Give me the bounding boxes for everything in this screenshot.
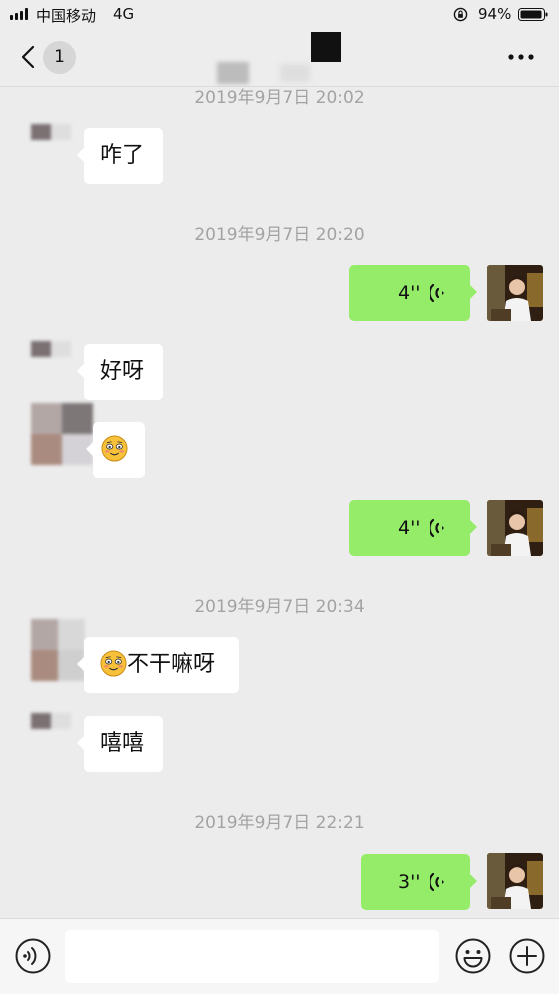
voice-duration: 4'' — [398, 282, 421, 304]
more-icon[interactable] — [505, 51, 537, 63]
timestamp: 2019年9月7日 22:21 — [194, 813, 365, 833]
self-avatar[interactable] — [487, 500, 543, 556]
timestamp: 2019年9月7日 20:02 — [194, 88, 365, 108]
contact-avatar[interactable] — [31, 341, 71, 373]
emoji-icon[interactable] — [454, 937, 492, 975]
incoming-message[interactable]: 嘻嘻 — [77, 716, 163, 772]
status-bar: 中国移动 4G 94% — [0, 0, 559, 30]
contact-avatar[interactable] — [31, 713, 71, 745]
nav-bar: 1 — [0, 30, 559, 87]
battery-percentage: 94% — [478, 5, 512, 23]
contact-avatar[interactable] — [31, 124, 71, 156]
contact-avatar[interactable] — [31, 619, 85, 681]
back-icon[interactable] — [18, 42, 38, 72]
contact-name-redacted — [311, 32, 341, 62]
carrier-name: 中国移动 — [36, 7, 97, 25]
battery-icon — [518, 8, 548, 21]
timestamp: 2019年9月7日 20:20 — [194, 225, 365, 245]
contact-avatar[interactable] — [31, 403, 93, 465]
shy-smile-emoji-icon — [101, 434, 128, 462]
incoming-message[interactable]: 好呀 — [77, 344, 163, 400]
self-avatar[interactable] — [487, 853, 543, 909]
incoming-message[interactable]: 咋了 — [77, 128, 163, 184]
outgoing-voice-message[interactable]: 3'' — [361, 854, 477, 910]
voice-icon — [430, 872, 444, 892]
outgoing-voice-message[interactable]: 4'' — [349, 265, 477, 321]
voice-icon — [430, 518, 444, 538]
voice-icon — [430, 283, 444, 303]
contact-name-blur — [217, 62, 249, 84]
plus-icon[interactable] — [508, 937, 546, 975]
input-bar — [0, 918, 559, 994]
contact-name-blur — [280, 64, 310, 82]
shy-smile-emoji-icon — [100, 649, 127, 677]
unread-count-badge[interactable]: 1 — [43, 41, 76, 74]
signal-icon — [10, 8, 28, 20]
voice-duration: 4'' — [398, 517, 421, 539]
outgoing-voice-message[interactable]: 4'' — [349, 500, 477, 556]
network-type: 4G — [113, 5, 135, 23]
lock-rotation-icon — [453, 7, 468, 22]
timestamp: 2019年9月7日 20:34 — [194, 597, 365, 617]
voice-duration: 3'' — [398, 871, 421, 893]
message-text: 不干嘛呀 — [127, 652, 216, 677]
self-avatar[interactable] — [487, 265, 543, 321]
message-input[interactable] — [65, 930, 439, 983]
incoming-emoji-message[interactable] — [86, 422, 145, 478]
voice-toggle-icon[interactable] — [14, 937, 52, 975]
incoming-message[interactable]: 不干嘛呀 — [77, 637, 239, 693]
